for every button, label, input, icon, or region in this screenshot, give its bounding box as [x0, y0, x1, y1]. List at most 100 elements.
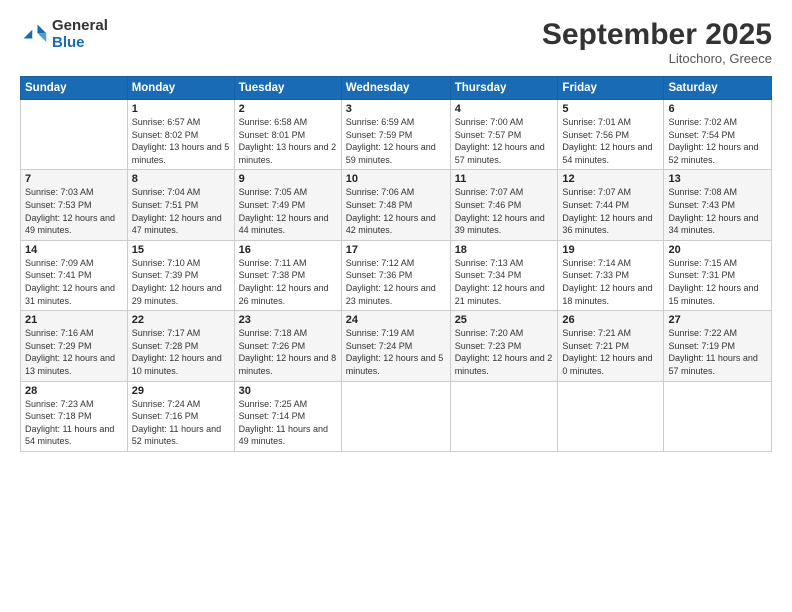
logo-blue: Blue: [52, 35, 108, 52]
page: General Blue September 2025 Litochoro, G…: [0, 0, 792, 612]
day-number: 13: [668, 173, 767, 185]
calendar-cell: 25Sunrise: 7:20 AM Sunset: 7:23 PM Dayli…: [450, 311, 558, 381]
day-info: Sunrise: 7:16 AM Sunset: 7:29 PM Dayligh…: [25, 327, 123, 377]
day-number: 8: [132, 173, 230, 185]
day-number: 11: [455, 173, 554, 185]
day-number: 1: [132, 103, 230, 115]
calendar-cell: 18Sunrise: 7:13 AM Sunset: 7:34 PM Dayli…: [450, 240, 558, 310]
day-number: 2: [239, 103, 337, 115]
logo-general: General: [52, 18, 108, 35]
col-tuesday: Tuesday: [234, 77, 341, 100]
calendar-cell: 4Sunrise: 7:00 AM Sunset: 7:57 PM Daylig…: [450, 100, 558, 170]
calendar-cell: [21, 100, 128, 170]
calendar-cell: [450, 381, 558, 451]
day-info: Sunrise: 6:57 AM Sunset: 8:02 PM Dayligh…: [132, 116, 230, 166]
day-number: 19: [562, 244, 659, 256]
calendar-cell: 1Sunrise: 6:57 AM Sunset: 8:02 PM Daylig…: [127, 100, 234, 170]
week-row-1: 1Sunrise: 6:57 AM Sunset: 8:02 PM Daylig…: [21, 100, 772, 170]
day-info: Sunrise: 7:18 AM Sunset: 7:26 PM Dayligh…: [239, 327, 337, 377]
col-friday: Friday: [558, 77, 664, 100]
week-row-5: 28Sunrise: 7:23 AM Sunset: 7:18 PM Dayli…: [21, 381, 772, 451]
day-number: 26: [562, 314, 659, 326]
calendar-cell: 30Sunrise: 7:25 AM Sunset: 7:14 PM Dayli…: [234, 381, 341, 451]
day-number: 5: [562, 103, 659, 115]
day-info: Sunrise: 7:12 AM Sunset: 7:36 PM Dayligh…: [346, 257, 446, 307]
calendar-cell: 6Sunrise: 7:02 AM Sunset: 7:54 PM Daylig…: [664, 100, 772, 170]
day-number: 18: [455, 244, 554, 256]
calendar-cell: 27Sunrise: 7:22 AM Sunset: 7:19 PM Dayli…: [664, 311, 772, 381]
logo-icon: [20, 21, 48, 49]
day-number: 24: [346, 314, 446, 326]
day-number: 29: [132, 385, 230, 397]
day-number: 6: [668, 103, 767, 115]
day-info: Sunrise: 7:06 AM Sunset: 7:48 PM Dayligh…: [346, 186, 446, 236]
day-number: 9: [239, 173, 337, 185]
calendar-cell: 7Sunrise: 7:03 AM Sunset: 7:53 PM Daylig…: [21, 170, 128, 240]
day-number: 27: [668, 314, 767, 326]
day-number: 20: [668, 244, 767, 256]
day-number: 22: [132, 314, 230, 326]
col-saturday: Saturday: [664, 77, 772, 100]
day-info: Sunrise: 7:13 AM Sunset: 7:34 PM Dayligh…: [455, 257, 554, 307]
logo-text: General Blue: [52, 18, 108, 51]
day-info: Sunrise: 7:11 AM Sunset: 7:38 PM Dayligh…: [239, 257, 337, 307]
calendar-cell: 22Sunrise: 7:17 AM Sunset: 7:28 PM Dayli…: [127, 311, 234, 381]
day-info: Sunrise: 7:19 AM Sunset: 7:24 PM Dayligh…: [346, 327, 446, 377]
day-number: 15: [132, 244, 230, 256]
day-info: Sunrise: 7:24 AM Sunset: 7:16 PM Dayligh…: [132, 398, 230, 448]
col-monday: Monday: [127, 77, 234, 100]
calendar-cell: 29Sunrise: 7:24 AM Sunset: 7:16 PM Dayli…: [127, 381, 234, 451]
calendar: Sunday Monday Tuesday Wednesday Thursday…: [20, 76, 772, 452]
calendar-cell: 21Sunrise: 7:16 AM Sunset: 7:29 PM Dayli…: [21, 311, 128, 381]
day-info: Sunrise: 6:59 AM Sunset: 7:59 PM Dayligh…: [346, 116, 446, 166]
day-info: Sunrise: 7:00 AM Sunset: 7:57 PM Dayligh…: [455, 116, 554, 166]
calendar-cell: 11Sunrise: 7:07 AM Sunset: 7:46 PM Dayli…: [450, 170, 558, 240]
day-info: Sunrise: 7:02 AM Sunset: 7:54 PM Dayligh…: [668, 116, 767, 166]
location-subtitle: Litochoro, Greece: [542, 51, 772, 66]
col-wednesday: Wednesday: [341, 77, 450, 100]
calendar-cell: 16Sunrise: 7:11 AM Sunset: 7:38 PM Dayli…: [234, 240, 341, 310]
week-row-4: 21Sunrise: 7:16 AM Sunset: 7:29 PM Dayli…: [21, 311, 772, 381]
day-number: 3: [346, 103, 446, 115]
day-info: Sunrise: 7:23 AM Sunset: 7:18 PM Dayligh…: [25, 398, 123, 448]
calendar-cell: 13Sunrise: 7:08 AM Sunset: 7:43 PM Dayli…: [664, 170, 772, 240]
calendar-cell: [558, 381, 664, 451]
title-block: September 2025 Litochoro, Greece: [542, 18, 772, 66]
day-number: 4: [455, 103, 554, 115]
logo: General Blue: [20, 18, 108, 51]
day-info: Sunrise: 7:07 AM Sunset: 7:46 PM Dayligh…: [455, 186, 554, 236]
day-number: 17: [346, 244, 446, 256]
day-info: Sunrise: 6:58 AM Sunset: 8:01 PM Dayligh…: [239, 116, 337, 166]
calendar-cell: 24Sunrise: 7:19 AM Sunset: 7:24 PM Dayli…: [341, 311, 450, 381]
day-info: Sunrise: 7:17 AM Sunset: 7:28 PM Dayligh…: [132, 327, 230, 377]
calendar-cell: 5Sunrise: 7:01 AM Sunset: 7:56 PM Daylig…: [558, 100, 664, 170]
calendar-cell: 17Sunrise: 7:12 AM Sunset: 7:36 PM Dayli…: [341, 240, 450, 310]
day-info: Sunrise: 7:21 AM Sunset: 7:21 PM Dayligh…: [562, 327, 659, 377]
calendar-cell: 2Sunrise: 6:58 AM Sunset: 8:01 PM Daylig…: [234, 100, 341, 170]
day-number: 28: [25, 385, 123, 397]
weekday-header-row: Sunday Monday Tuesday Wednesday Thursday…: [21, 77, 772, 100]
day-number: 21: [25, 314, 123, 326]
calendar-cell: 14Sunrise: 7:09 AM Sunset: 7:41 PM Dayli…: [21, 240, 128, 310]
col-thursday: Thursday: [450, 77, 558, 100]
day-info: Sunrise: 7:05 AM Sunset: 7:49 PM Dayligh…: [239, 186, 337, 236]
calendar-cell: 23Sunrise: 7:18 AM Sunset: 7:26 PM Dayli…: [234, 311, 341, 381]
day-number: 30: [239, 385, 337, 397]
day-number: 7: [25, 173, 123, 185]
day-number: 14: [25, 244, 123, 256]
day-info: Sunrise: 7:09 AM Sunset: 7:41 PM Dayligh…: [25, 257, 123, 307]
day-info: Sunrise: 7:10 AM Sunset: 7:39 PM Dayligh…: [132, 257, 230, 307]
day-info: Sunrise: 7:14 AM Sunset: 7:33 PM Dayligh…: [562, 257, 659, 307]
calendar-cell: 19Sunrise: 7:14 AM Sunset: 7:33 PM Dayli…: [558, 240, 664, 310]
day-number: 16: [239, 244, 337, 256]
week-row-2: 7Sunrise: 7:03 AM Sunset: 7:53 PM Daylig…: [21, 170, 772, 240]
header: General Blue September 2025 Litochoro, G…: [20, 18, 772, 66]
day-info: Sunrise: 7:22 AM Sunset: 7:19 PM Dayligh…: [668, 327, 767, 377]
day-info: Sunrise: 7:20 AM Sunset: 7:23 PM Dayligh…: [455, 327, 554, 377]
calendar-cell: [664, 381, 772, 451]
month-title: September 2025: [542, 18, 772, 51]
day-info: Sunrise: 7:03 AM Sunset: 7:53 PM Dayligh…: [25, 186, 123, 236]
week-row-3: 14Sunrise: 7:09 AM Sunset: 7:41 PM Dayli…: [21, 240, 772, 310]
day-info: Sunrise: 7:04 AM Sunset: 7:51 PM Dayligh…: [132, 186, 230, 236]
calendar-cell: 20Sunrise: 7:15 AM Sunset: 7:31 PM Dayli…: [664, 240, 772, 310]
